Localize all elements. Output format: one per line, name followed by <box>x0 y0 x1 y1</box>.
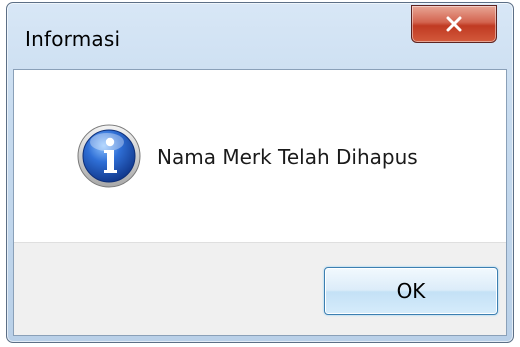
close-x-icon <box>445 16 463 32</box>
dialog-window: Informasi Nama Merk Telah Dihapus OK <box>6 2 514 343</box>
close-button[interactable] <box>411 5 497 43</box>
message-area: Nama Merk Telah Dihapus <box>14 70 506 242</box>
title-bar[interactable]: Informasi <box>7 3 513 67</box>
button-bar: OK <box>14 242 506 335</box>
window-title: Informasi <box>25 27 121 51</box>
ok-button[interactable]: OK <box>324 267 498 315</box>
dialog-body: Nama Merk Telah Dihapus OK <box>13 69 507 336</box>
message-text: Nama Merk Telah Dihapus <box>157 145 418 169</box>
information-icon <box>77 124 141 188</box>
